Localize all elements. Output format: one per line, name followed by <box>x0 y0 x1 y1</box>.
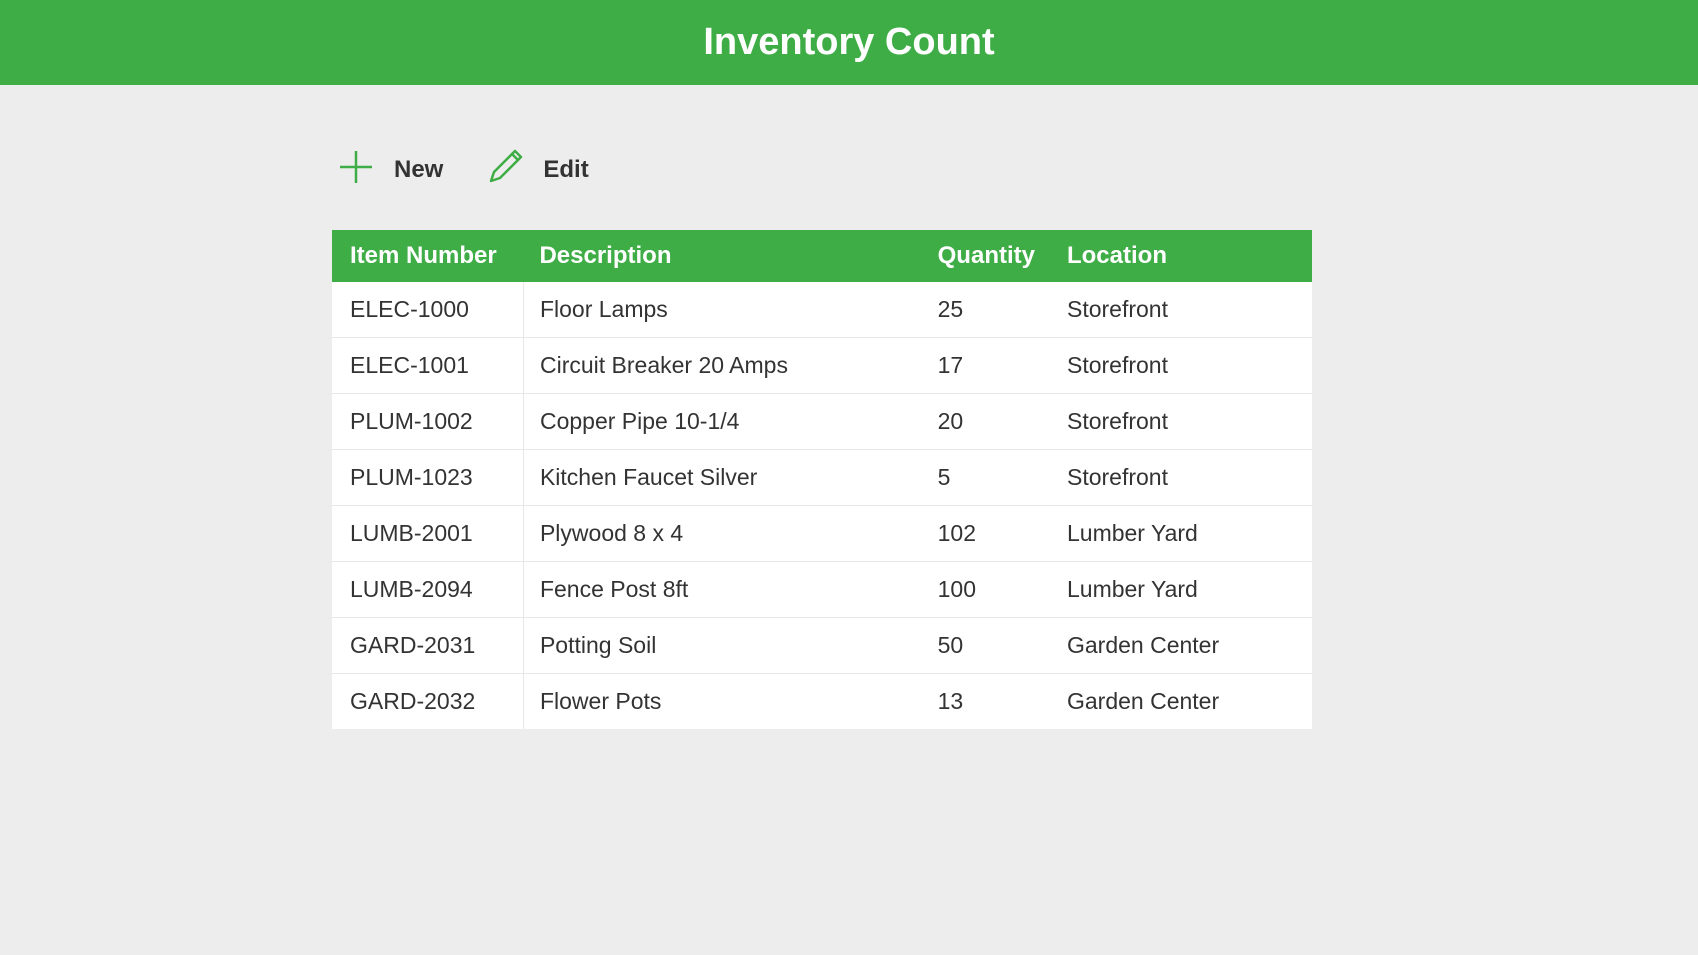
cell-quantity: 102 <box>922 506 1051 562</box>
cell-item-number: ELEC-1000 <box>332 282 523 338</box>
page-title: Inventory Count <box>703 21 994 64</box>
plus-icon <box>336 147 376 192</box>
cell-item-number: PLUM-1002 <box>332 394 523 450</box>
app-header: Inventory Count <box>0 0 1698 85</box>
new-button[interactable]: New <box>336 147 443 192</box>
cell-location: Storefront <box>1051 282 1312 338</box>
cell-description: Kitchen Faucet Silver <box>523 450 921 506</box>
header-quantity[interactable]: Quantity <box>922 230 1051 282</box>
edit-button-label: Edit <box>543 156 588 184</box>
cell-location: Storefront <box>1051 450 1312 506</box>
cell-location: Lumber Yard <box>1051 506 1312 562</box>
cell-description: Potting Soil <box>523 618 921 674</box>
cell-item-number: GARD-2032 <box>332 674 523 730</box>
table-header: Item Number Description Quantity Locatio… <box>332 230 1312 282</box>
cell-description: Circuit Breaker 20 Amps <box>523 338 921 394</box>
cell-description: Fence Post 8ft <box>523 562 921 618</box>
cell-location: Garden Center <box>1051 674 1312 730</box>
table-row[interactable]: LUMB-2094Fence Post 8ft100Lumber Yard <box>332 562 1312 618</box>
table-row[interactable]: ELEC-1000Floor Lamps25Storefront <box>332 282 1312 338</box>
table-row[interactable]: ELEC-1001Circuit Breaker 20 Amps17Storef… <box>332 338 1312 394</box>
cell-quantity: 17 <box>922 338 1051 394</box>
cell-quantity: 25 <box>922 282 1051 338</box>
table-row[interactable]: GARD-2032Flower Pots13Garden Center <box>332 674 1312 730</box>
table-row[interactable]: PLUM-1023Kitchen Faucet Silver5Storefron… <box>332 450 1312 506</box>
cell-location: Storefront <box>1051 338 1312 394</box>
cell-item-number: ELEC-1001 <box>332 338 523 394</box>
cell-description: Plywood 8 x 4 <box>523 506 921 562</box>
table-body: ELEC-1000Floor Lamps25StorefrontELEC-100… <box>332 282 1312 729</box>
cell-location: Lumber Yard <box>1051 562 1312 618</box>
table-row[interactable]: GARD-2031Potting Soil50Garden Center <box>332 618 1312 674</box>
cell-item-number: LUMB-2094 <box>332 562 523 618</box>
new-button-label: New <box>394 156 443 184</box>
cell-quantity: 13 <box>922 674 1051 730</box>
pencil-icon <box>485 147 525 192</box>
header-item-number[interactable]: Item Number <box>332 230 523 282</box>
content-area: New Edit Item Number Description Quan <box>332 85 1698 729</box>
cell-description: Copper Pipe 10-1/4 <box>523 394 921 450</box>
cell-description: Floor Lamps <box>523 282 921 338</box>
toolbar: New Edit <box>332 147 1312 192</box>
cell-location: Garden Center <box>1051 618 1312 674</box>
cell-quantity: 50 <box>922 618 1051 674</box>
header-description[interactable]: Description <box>523 230 921 282</box>
main-container: New Edit Item Number Description Quan <box>332 147 1312 729</box>
header-location[interactable]: Location <box>1051 230 1312 282</box>
cell-item-number: PLUM-1023 <box>332 450 523 506</box>
table-row[interactable]: LUMB-2001Plywood 8 x 4102Lumber Yard <box>332 506 1312 562</box>
edit-button[interactable]: Edit <box>485 147 588 192</box>
inventory-table: Item Number Description Quantity Locatio… <box>332 230 1312 729</box>
cell-quantity: 5 <box>922 450 1051 506</box>
cell-item-number: LUMB-2001 <box>332 506 523 562</box>
cell-quantity: 20 <box>922 394 1051 450</box>
table-row[interactable]: PLUM-1002Copper Pipe 10-1/420Storefront <box>332 394 1312 450</box>
cell-location: Storefront <box>1051 394 1312 450</box>
cell-item-number: GARD-2031 <box>332 618 523 674</box>
cell-quantity: 100 <box>922 562 1051 618</box>
cell-description: Flower Pots <box>523 674 921 730</box>
